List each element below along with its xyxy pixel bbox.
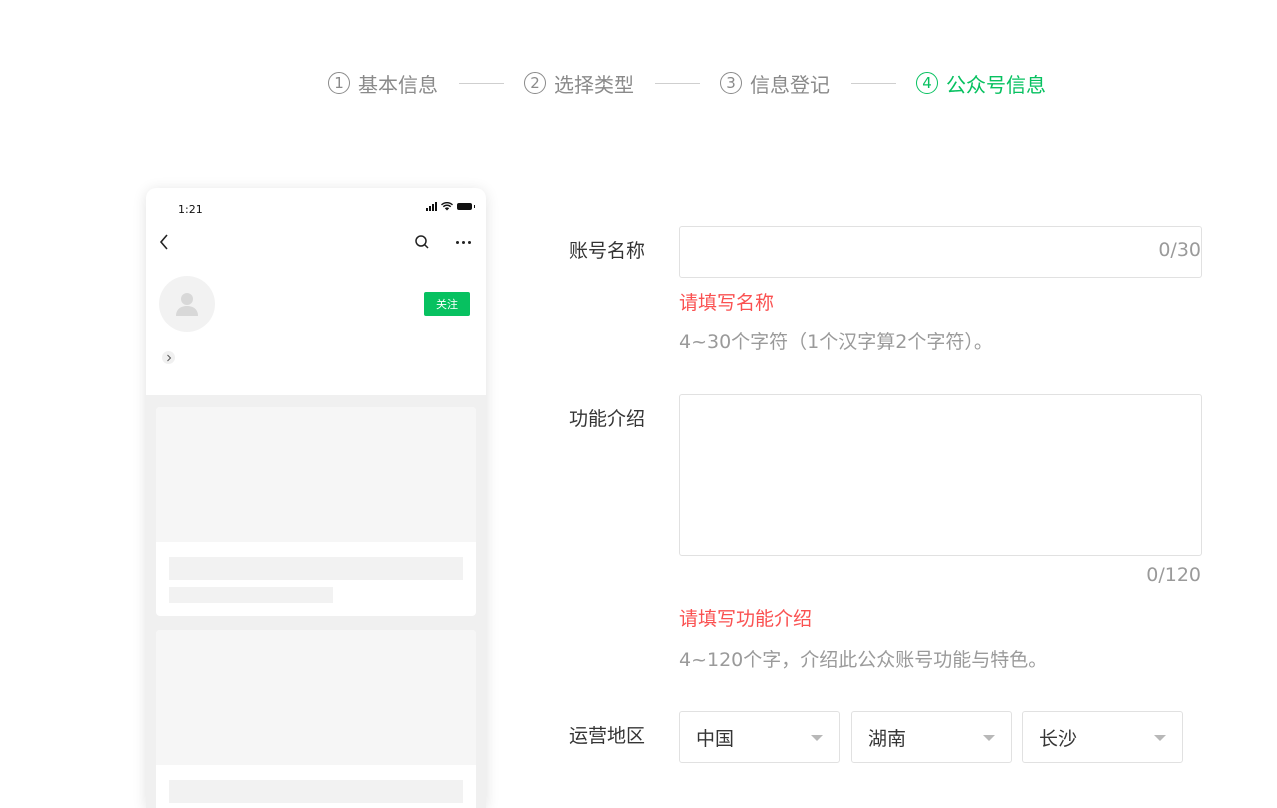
step-label: 基本信息	[358, 72, 438, 97]
step-account-info: 4 公众号信息	[916, 69, 1046, 98]
chevron-down-icon	[1154, 735, 1166, 741]
step-divider	[851, 82, 896, 84]
signal-icon	[426, 202, 437, 211]
search-icon[interactable]	[414, 234, 430, 250]
province-value: 湖南	[868, 727, 907, 750]
step-divider	[459, 82, 504, 84]
country-select[interactable]: 中国	[679, 711, 840, 763]
chevron-down-icon	[983, 735, 995, 741]
chevron-down-icon	[811, 735, 823, 741]
region-label: 运营地区	[569, 725, 646, 747]
intro-tip: 4~120个字，介绍此公众账号功能与特色。	[679, 649, 1048, 671]
chevron-right-icon[interactable]	[162, 351, 175, 364]
article-card-placeholder	[156, 407, 476, 616]
avatar	[159, 276, 215, 332]
step-info-register: 3 信息登记	[720, 69, 830, 98]
account-name-counter: 0/30	[1158, 239, 1201, 261]
more-icon[interactable]	[456, 241, 471, 244]
city-value: 长沙	[1039, 727, 1078, 750]
step-number: 1	[328, 72, 350, 94]
article-card-placeholder	[156, 630, 476, 808]
step-label: 公众号信息	[946, 72, 1046, 97]
city-select[interactable]: 长沙	[1022, 711, 1183, 763]
account-name-label: 账号名称	[569, 240, 646, 262]
phone-preview: 1:21 关注	[146, 188, 486, 808]
progress-stepper: 1 基本信息 2 选择类型 3 信息登记 4 公众号信息	[328, 66, 1046, 100]
article-subtitle-placeholder	[169, 587, 333, 603]
step-basic-info: 1 基本信息	[328, 69, 438, 98]
intro-counter: 0/120	[1146, 564, 1201, 586]
intro-textarea[interactable]	[679, 394, 1202, 556]
article-title-placeholder	[169, 780, 463, 803]
back-icon[interactable]	[158, 233, 170, 251]
status-icons	[426, 202, 475, 211]
step-label: 选择类型	[554, 72, 634, 97]
follow-button[interactable]: 关注	[424, 292, 470, 316]
step-label: 信息登记	[750, 72, 830, 97]
article-image-placeholder	[156, 407, 476, 542]
intro-error: 请填写功能介绍	[679, 608, 813, 630]
battery-icon	[457, 203, 475, 210]
step-number: 2	[524, 72, 546, 94]
step-select-type: 2 选择类型	[524, 69, 634, 98]
step-number: 3	[720, 72, 742, 94]
wifi-icon	[441, 202, 453, 211]
article-title-placeholder	[169, 557, 463, 580]
user-icon	[176, 293, 198, 316]
step-number: 4	[916, 72, 938, 94]
province-select[interactable]: 湖南	[851, 711, 1012, 763]
profile-header: 1:21 关注	[146, 188, 486, 395]
intro-label: 功能介绍	[569, 408, 646, 430]
country-value: 中国	[696, 727, 735, 750]
article-image-placeholder	[156, 630, 476, 765]
step-divider	[655, 82, 700, 84]
account-name-error: 请填写名称	[679, 292, 775, 314]
status-time: 1:21	[178, 203, 203, 216]
account-name-tip: 4~30个字符（1个汉字算2个字符）。	[679, 331, 993, 353]
account-name-input[interactable]	[679, 226, 1202, 278]
